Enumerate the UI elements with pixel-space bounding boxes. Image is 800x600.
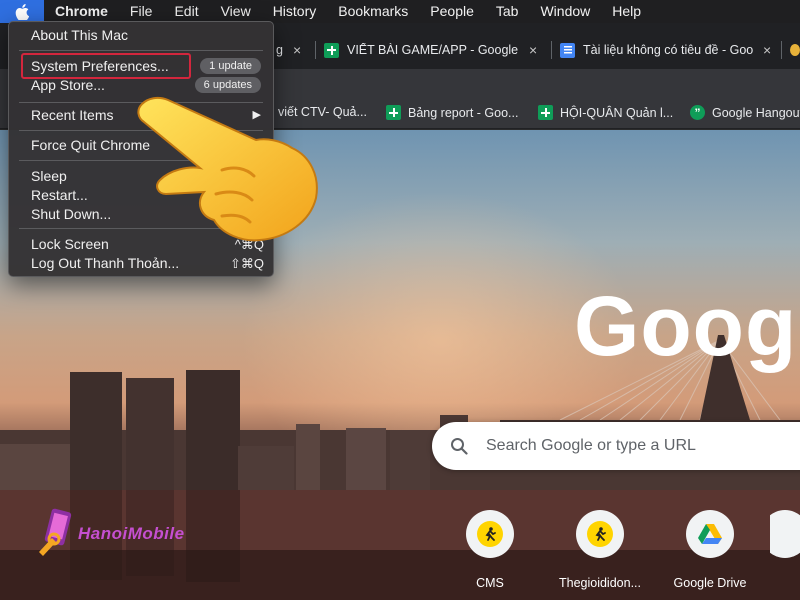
bookmark-item[interactable]: HỘI-QUÂN Quản l... [538,105,673,120]
menu-item-label: Sleep [31,168,67,184]
menu-item-label: Shut Down... [31,206,112,222]
close-icon[interactable]: × [293,42,301,58]
bookmark-label: HỘI-QUÂN Quản l... [560,105,674,120]
menu-tab[interactable]: Tab [485,0,530,23]
tab-2[interactable]: VIẾT BÀI GAME/APP - Google × [324,35,552,65]
google-drive-icon [698,524,722,544]
google-sheets-icon [538,105,553,120]
menu-window[interactable]: Window [529,0,601,23]
tab-3[interactable]: Tài liệu không có tiêu đề - Goo × [560,35,782,65]
menu-separator [19,50,263,51]
shortcut-label: Thegioididon... [558,576,641,590]
menu-view[interactable]: View [210,0,262,23]
google-logo: Googl [574,279,800,373]
menu-history[interactable]: History [262,0,328,23]
shortcut-tile [576,510,624,558]
menu-item-label: Recent Items [31,107,114,123]
google-sheets-icon [386,105,401,120]
pointing-hand-icon [137,96,318,242]
tab-divider [315,41,316,59]
shortcut-label: Google Drive [673,576,747,590]
google-hangouts-icon [690,105,705,120]
shortcut-tile [466,510,514,558]
menu-bar: Chrome File Edit View History Bookmarks … [0,0,800,23]
shortcut-tile [686,510,734,558]
shortcut-tile [770,510,800,558]
bookmark-label: Google Hangouts [712,105,800,120]
close-icon[interactable]: × [763,42,771,58]
menu-item-label: App Store... [31,77,105,93]
menu-edit[interactable]: Edit [163,0,209,23]
tab-title: Tài liệu không có tiêu đề - Goo [583,43,753,57]
shortcut-cms[interactable]: CMS [440,510,540,590]
tab-title: VIẾT BÀI GAME/APP - Google [347,43,519,57]
menu-bookmarks[interactable]: Bookmarks [327,0,419,23]
menu-item-label: Restart... [31,187,88,203]
chrome-icon [790,44,800,56]
tab-1[interactable]: g × [276,35,316,65]
hanoimobile-logo-icon [39,508,72,556]
tab-divider [551,41,552,59]
shortcut-partial[interactable] [770,510,800,558]
bookmark-item[interactable]: Bảng report - Goo... [386,105,518,120]
search-icon [451,438,468,455]
shortcut-google-drive[interactable]: Google Drive [660,510,760,590]
update-badge: 1 update [200,58,261,74]
runner-icon [587,521,613,547]
close-icon[interactable]: × [529,42,537,58]
apple-menu-button[interactable] [0,0,44,23]
bookmark-item[interactable]: Google Hangouts [690,105,800,120]
menu-item-label: Lock Screen [31,236,109,252]
hanoimobile-watermark: HanoiMobile [36,508,185,560]
bookmark-label: Bảng report - Goo... [408,105,519,120]
google-sheets-icon [324,42,339,58]
menu-chrome[interactable]: Chrome [44,0,119,23]
runner-icon [477,521,503,547]
menu-help[interactable]: Help [601,0,652,23]
search-box[interactable] [432,422,800,470]
tab-divider [781,41,782,59]
tab-4[interactable] [790,35,800,65]
shortcut-thegioididong[interactable]: Thegioididon... [550,510,650,590]
menu-item-label: About This Mac [31,27,129,43]
menu-file[interactable]: File [119,0,164,23]
watermark-text: HanoiMobile [78,524,185,543]
menu-item-about-this-mac[interactable]: About This Mac [9,26,273,45]
google-docs-icon [560,42,575,58]
apple-icon [15,3,29,20]
menu-people[interactable]: People [419,0,485,23]
tab-title: g [276,43,283,57]
shortcut-label: CMS [476,576,504,590]
search-input[interactable] [484,436,800,456]
